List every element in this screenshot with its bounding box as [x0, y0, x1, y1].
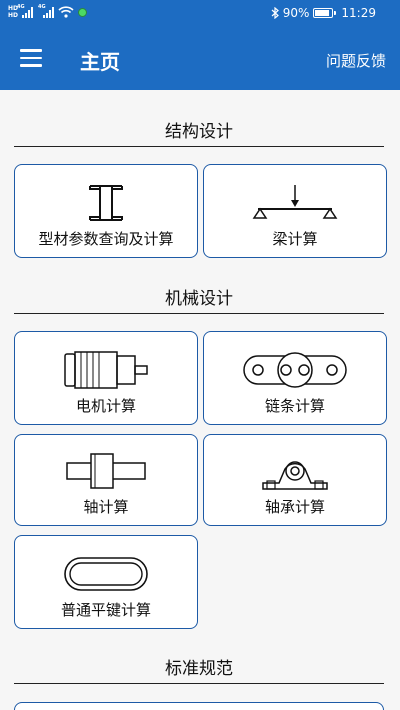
navbar: 主页 问题反馈 [0, 28, 400, 90]
feedback-button[interactable]: 问题反馈 [326, 50, 386, 71]
battery-icon [313, 8, 337, 18]
card-label: 梁计算 [272, 230, 318, 248]
section-title-structure: 结构设计 [14, 117, 384, 147]
card-section-profile[interactable]: 型材参数查询及计算 [14, 164, 198, 258]
menu-icon[interactable] [20, 49, 42, 67]
card-label: 轴承计算 [264, 498, 325, 516]
wifi-icon [58, 6, 74, 18]
battery-percent: 90% [282, 6, 310, 20]
motor-icon [15, 348, 197, 392]
beam-load-icon [204, 183, 386, 223]
card-bearing[interactable]: 轴承计算 [203, 434, 387, 526]
network-label: 4G [38, 3, 46, 10]
shaft-icon [15, 451, 197, 491]
app-header: HD HD 4G 4G 90% 11:29 主页 问题反馈 [0, 0, 400, 90]
signal-icon: 4G [38, 4, 55, 18]
app-indicator-icon [78, 7, 88, 17]
card-shaft[interactable]: 轴计算 [14, 434, 198, 526]
card-partial[interactable] [14, 702, 384, 710]
card-label: 电机计算 [75, 397, 136, 415]
card-chain[interactable]: 链条计算 [203, 331, 387, 425]
card-motor[interactable]: 电机计算 [14, 331, 198, 425]
flat-key-icon [15, 554, 197, 594]
section-title-standards: 标准规范 [14, 654, 384, 684]
card-beam[interactable]: 梁计算 [203, 164, 387, 258]
card-flat-key[interactable]: 普通平键计算 [14, 535, 198, 629]
card-label: 型材参数查询及计算 [38, 230, 174, 248]
signal-icon: 4G [17, 4, 34, 18]
card-label: 普通平键计算 [60, 601, 151, 619]
network-label: 4G [17, 3, 25, 10]
clock: 11:29 [341, 6, 376, 20]
hd-badge: HD [8, 12, 19, 19]
bearing-block-icon [204, 449, 386, 493]
card-label: 轴计算 [83, 498, 129, 516]
card-label: 链条计算 [264, 397, 325, 415]
page-title: 主页 [80, 50, 120, 74]
i-beam-icon [15, 183, 197, 223]
chain-icon [204, 350, 386, 390]
bluetooth-icon [271, 7, 279, 19]
status-bar: HD HD 4G 4G 90% 11:29 [0, 0, 400, 28]
section-title-mechanical: 机械设计 [14, 284, 384, 314]
